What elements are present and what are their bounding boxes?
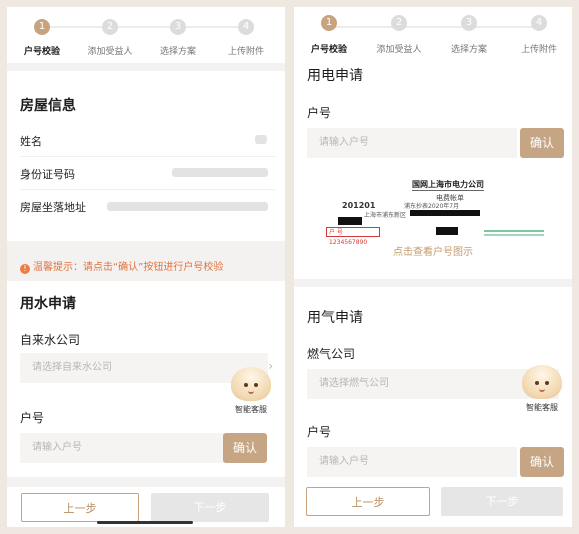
- step-3-dot: 3: [461, 15, 477, 31]
- address-label: 房屋坐落地址: [20, 201, 86, 214]
- address-value: [107, 202, 268, 211]
- step-3-label: 选择方案: [450, 45, 488, 55]
- step-3-label: 选择方案: [159, 47, 197, 57]
- bill-account-box: 户 号 1234567890: [326, 227, 380, 246]
- bill-example-image[interactable]: 国网上海市电力公司 电费帐单 201201 浦东抄表2020年7月 上海市浦东新…: [324, 177, 550, 247]
- step-4-dot: 4: [238, 19, 254, 35]
- next-button[interactable]: 下一步: [441, 487, 563, 516]
- electric-account-input[interactable]: 请输入户号: [307, 128, 517, 158]
- step-1-label: 户号校验: [23, 47, 61, 57]
- step-4-label: 上传附件: [227, 47, 265, 57]
- housing-info-title: 房屋信息: [20, 98, 76, 114]
- id-label: 身份证号码: [20, 168, 75, 181]
- id-value: [172, 168, 268, 177]
- step-2-label: 添加受益人: [87, 47, 133, 57]
- left-screen: 1 2 3 4 户号校验 添加受益人 选择方案 上传附件 房屋信息 姓名 身份证…: [7, 7, 285, 527]
- water-company-label: 自来水公司: [20, 333, 81, 347]
- view-account-example-link[interactable]: 点击查看户号图示: [294, 243, 572, 258]
- gas-company-label: 燃气公司: [307, 347, 356, 361]
- home-indicator: [97, 521, 193, 524]
- assistant-label: 智能客服: [518, 402, 566, 413]
- gas-account-label: 户号: [307, 425, 332, 439]
- step-4-label: 上传附件: [520, 45, 558, 55]
- water-account-input[interactable]: 请输入户号: [20, 433, 224, 463]
- step-bar: 1 2 3 4 户号校验 添加受益人 选择方案 上传附件: [294, 7, 572, 57]
- assistant-widget[interactable]: 智能客服: [227, 365, 275, 415]
- next-button[interactable]: 下一步: [151, 493, 269, 522]
- step-line: [329, 26, 539, 28]
- step-3-dot: 3: [170, 19, 186, 35]
- assistant-widget[interactable]: 智能客服: [518, 363, 566, 413]
- notice-text: ! 温馨提示：请点击“确认”按钮进行户号校验: [20, 258, 223, 274]
- step-1-dot: 1: [34, 19, 50, 35]
- step-1-dot: 1: [321, 15, 337, 31]
- name-value: [255, 135, 267, 144]
- gas-title: 用气申请: [307, 310, 363, 326]
- step-2-dot: 2: [391, 15, 407, 31]
- bill-title: 国网上海市电力公司: [412, 180, 484, 191]
- electric-confirm-button[interactable]: 确认: [520, 128, 564, 158]
- bill-period: 浦东抄表2020年7月: [404, 203, 460, 210]
- step-bar: 1 2 3 4 户号校验 添加受益人 选择方案 上传附件: [7, 7, 285, 63]
- name-label: 姓名: [20, 135, 42, 148]
- step-2-dot: 2: [102, 19, 118, 35]
- step-4-dot: 4: [531, 15, 547, 31]
- right-screen: 1 2 3 4 户号校验 添加受益人 选择方案 上传附件 用电申请 户号 请输入…: [294, 7, 572, 527]
- electric-account-label: 户号: [307, 106, 332, 120]
- bottom-bar: 上一步 下一步: [7, 487, 285, 527]
- bottom-bar: 上一步 下一步: [294, 485, 572, 527]
- water-account-label: 户号: [20, 411, 45, 425]
- housing-info-card: 房屋信息 姓名 身份证号码 房屋坐落地址: [7, 71, 285, 241]
- prev-button[interactable]: 上一步: [306, 487, 430, 516]
- prev-button[interactable]: 上一步: [21, 493, 139, 522]
- assistant-label: 智能客服: [227, 404, 275, 415]
- alert-icon: !: [20, 264, 30, 274]
- bill-address: 上海市浦东新区: [364, 212, 407, 219]
- gas-confirm-button[interactable]: 确认: [520, 447, 564, 477]
- bun-mascot-icon: [522, 365, 562, 399]
- bill-number: 201201: [342, 201, 376, 210]
- step-2-label: 添加受益人: [376, 45, 422, 55]
- bun-mascot-icon: [231, 367, 271, 401]
- step-1-label: 户号校验: [310, 45, 348, 55]
- gas-account-input[interactable]: 请输入户号: [307, 447, 517, 477]
- water-title: 用水申请: [20, 296, 76, 312]
- electric-title: 用电申请: [307, 68, 363, 84]
- step-line: [42, 26, 246, 28]
- water-confirm-button[interactable]: 确认: [223, 433, 267, 463]
